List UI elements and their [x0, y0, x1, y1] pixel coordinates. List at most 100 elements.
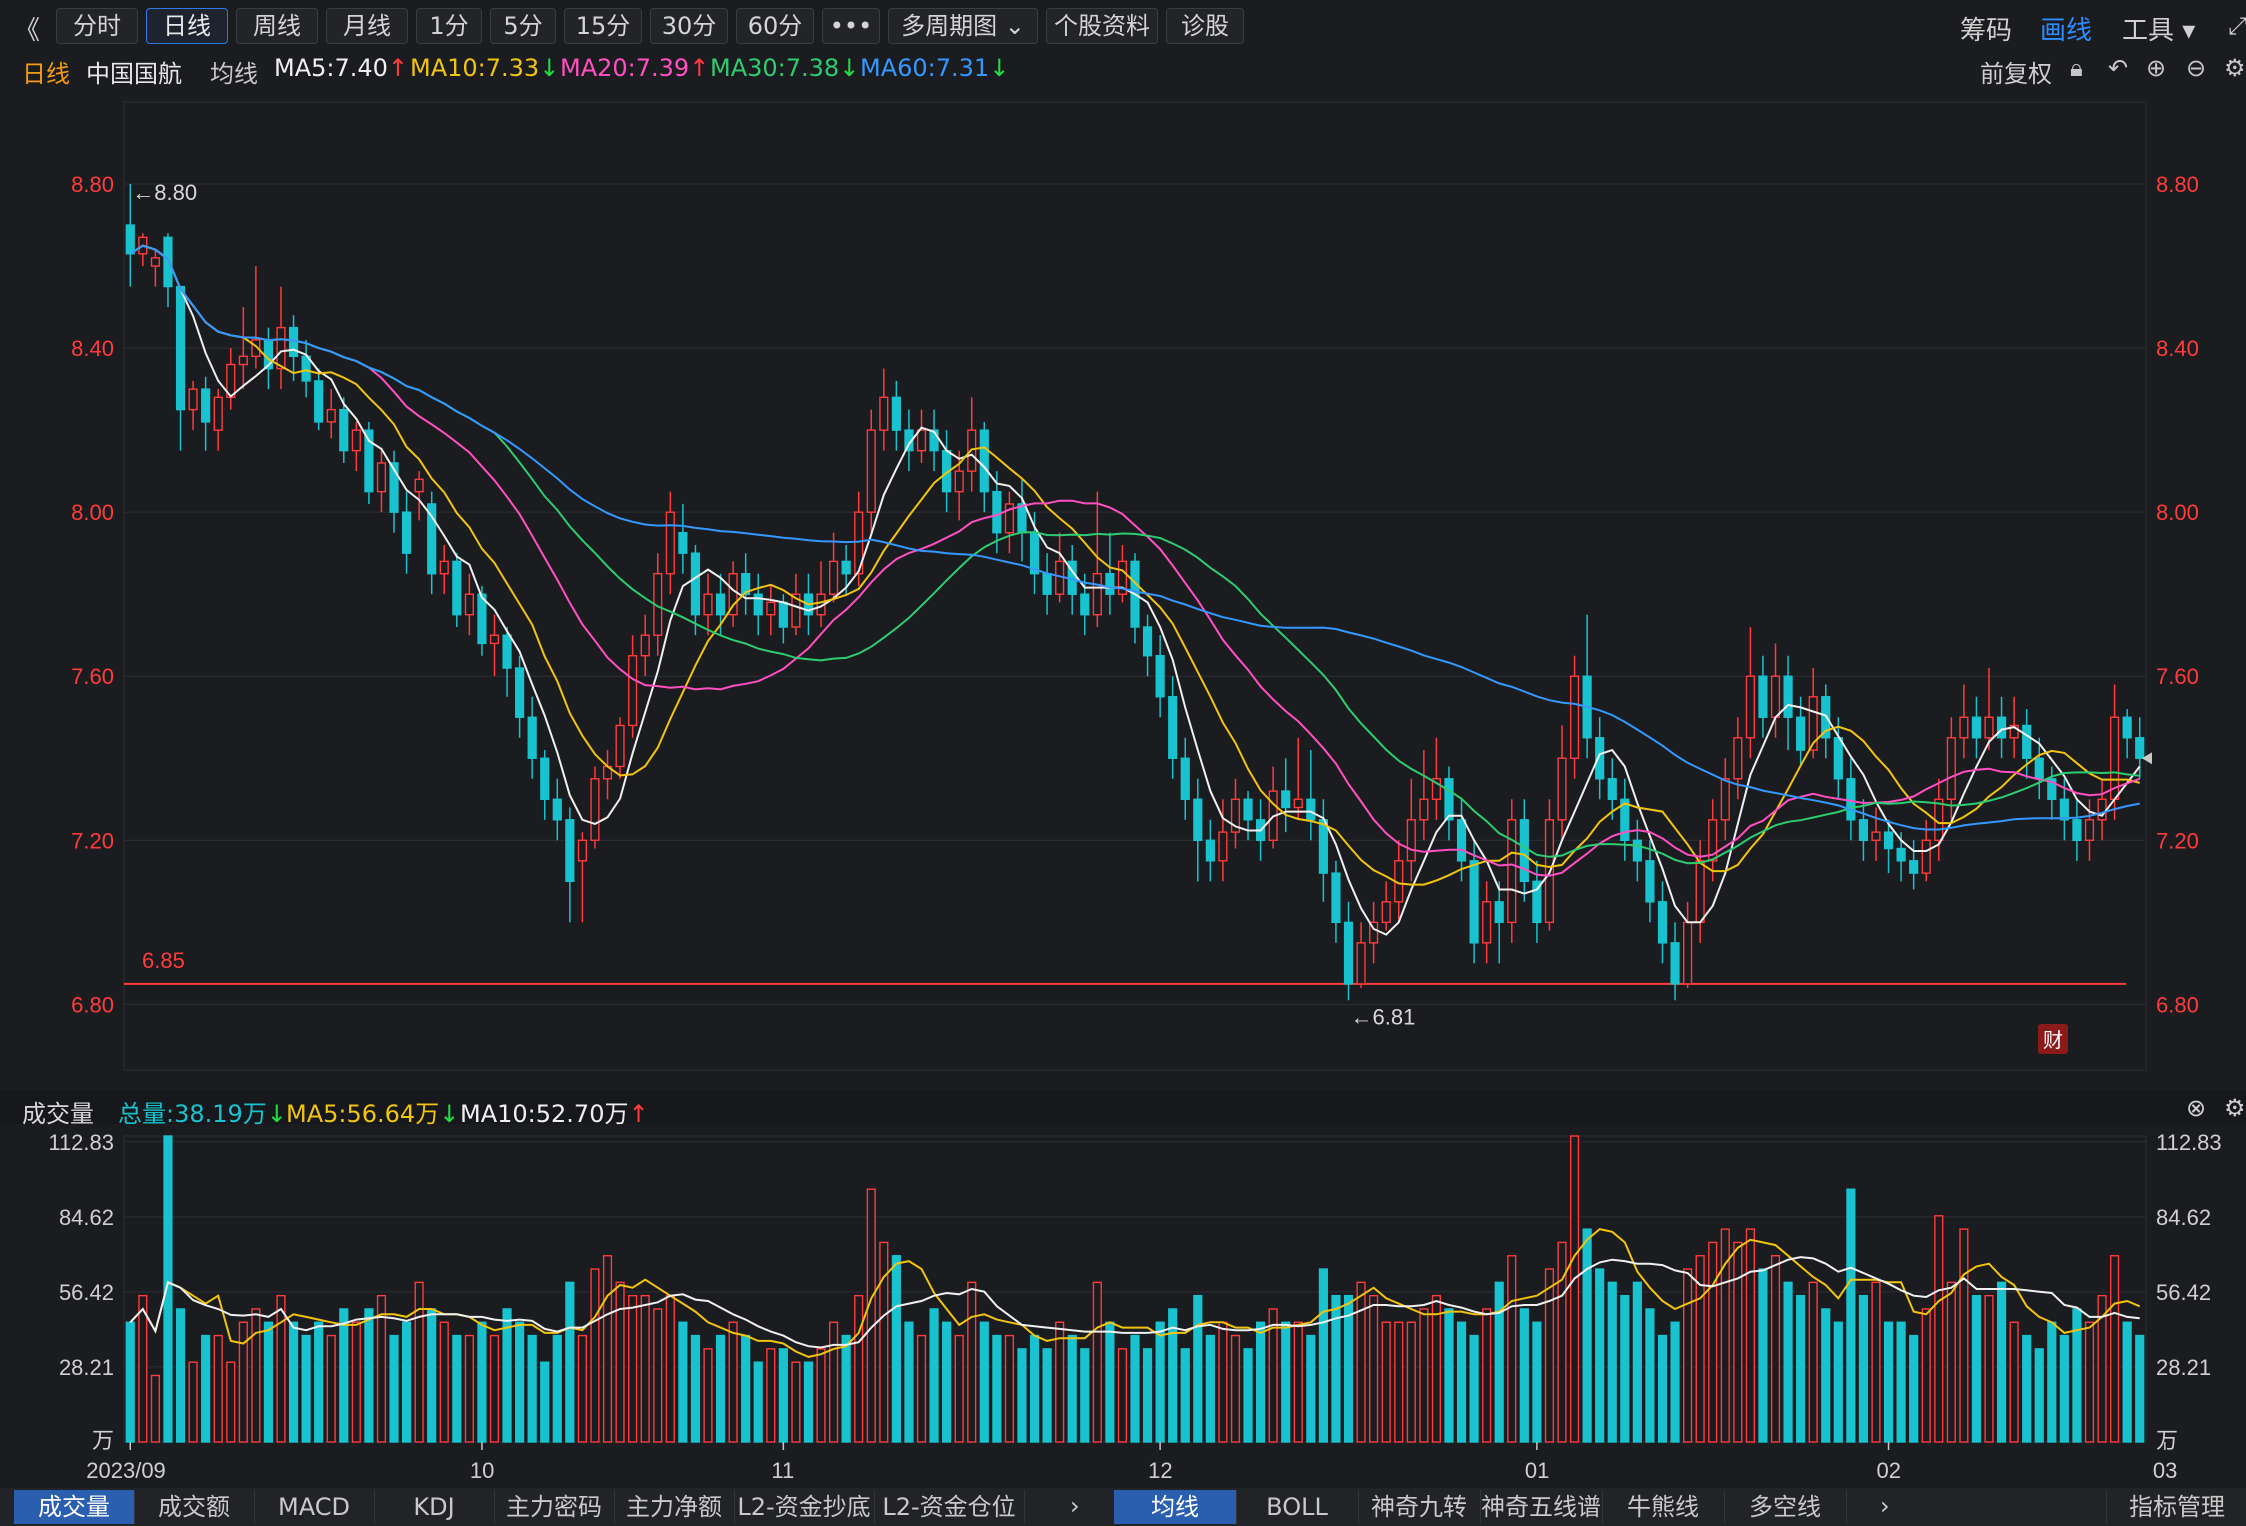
volume-bar — [1105, 1321, 1115, 1443]
overlay-tab-5[interactable]: 多空线 — [1724, 1490, 1847, 1524]
close-icon[interactable]: ⊗ — [2186, 1094, 2206, 1122]
volume-bar — [803, 1361, 814, 1443]
candle — [163, 236, 173, 288]
volume-bar — [1959, 1228, 1969, 1443]
ma-label[interactable]: 均线 — [210, 54, 258, 89]
volume-tick-left: 56.42 — [59, 1280, 114, 1305]
volume-bar — [665, 1294, 675, 1443]
period-tab-4[interactable]: 1分 — [416, 8, 482, 44]
indicator-tabs: 成交量 成交额 MACD KDJ 主力密码 主力净额 L2-资金抄底 L2-资金仓位 › 均线… — [0, 1488, 2246, 1526]
volume-bar — [954, 1334, 964, 1443]
volume-bar — [1080, 1348, 1090, 1443]
volume-bar — [351, 1321, 361, 1443]
period-tab-5[interactable]: 5分 — [490, 8, 556, 44]
tools-button[interactable]: 工具 ▾ — [2122, 10, 2195, 47]
zoom-in-icon[interactable]: ⊕ — [2146, 54, 2166, 82]
volume-bar — [628, 1294, 638, 1443]
candle — [565, 819, 575, 883]
period-tab-7[interactable]: 30分 — [650, 8, 728, 44]
candle — [1105, 572, 1115, 595]
overlay-tab-2[interactable]: 神奇九转 — [1358, 1490, 1481, 1524]
volume-bar — [1205, 1334, 1215, 1443]
volume-settings-icon[interactable]: ⚙ — [2224, 1094, 2246, 1122]
volume-bar — [1519, 1308, 1529, 1443]
volume-bar — [728, 1321, 738, 1443]
candle — [1557, 757, 1567, 821]
period-tab-6[interactable]: 15分 — [564, 8, 642, 44]
price-tick-left: 7.60 — [71, 664, 114, 689]
drawing-button[interactable]: 画线 — [2040, 10, 2092, 47]
candle — [2034, 757, 2044, 780]
candle — [916, 429, 927, 452]
overlay-tab-1[interactable]: BOLL — [1236, 1490, 1359, 1524]
volume-bar — [314, 1321, 324, 1443]
volume-chart[interactable]: 112.83 112.83 84.62 84.62 56.42 56.42 28.21 28.… — [0, 1124, 2246, 1488]
volume-bar — [1921, 1308, 1931, 1443]
undo-icon[interactable]: ↶ — [2108, 54, 2128, 82]
candle — [1971, 716, 1982, 739]
back-icon[interactable]: 《 — [14, 10, 40, 47]
candle — [276, 326, 286, 370]
volume-bar — [1632, 1281, 1642, 1443]
volume-bar — [326, 1334, 336, 1443]
volume-bar — [1770, 1255, 1781, 1443]
period-tab-8[interactable]: 60分 — [736, 8, 814, 44]
indicator-tab-0[interactable]: 成交量 — [14, 1490, 135, 1524]
volume-bar — [992, 1334, 1002, 1443]
candle — [1683, 921, 1693, 985]
indicator-tab-4[interactable]: 主力密码 — [494, 1490, 615, 1524]
candle — [2059, 798, 2069, 821]
volume-bar — [1230, 1334, 1241, 1443]
period-tab-3[interactable]: 月线 — [326, 8, 408, 44]
candle — [339, 408, 349, 452]
candle — [1356, 942, 1366, 985]
price-tick-left: 8.40 — [71, 336, 114, 361]
indicator-tab-7[interactable]: L2-资金仓位 — [874, 1490, 1025, 1524]
period-tab-9[interactable]: ••• — [822, 8, 880, 44]
candle — [615, 724, 625, 768]
indicator-tab-3[interactable]: KDJ — [374, 1490, 495, 1524]
volume-bar — [439, 1321, 449, 1443]
period-tab-12[interactable]: 诊股 — [1166, 8, 1244, 44]
period-tab-2[interactable]: 周线 — [236, 8, 318, 44]
volume-bar — [678, 1321, 688, 1443]
period-tab-10[interactable]: 多周期图 ⌄ — [888, 8, 1038, 44]
ma20-value: MA20:7.39↑ — [560, 54, 710, 82]
overlay-tab-4[interactable]: 牛熊线 — [1602, 1490, 1725, 1524]
overlay-tab-0[interactable]: 均线 — [1114, 1490, 1237, 1524]
indicator-tab-6[interactable]: L2-资金抄底 — [734, 1490, 875, 1524]
indicator-tab-2[interactable]: MACD — [254, 1490, 375, 1524]
chip-distribution-button[interactable]: 筹码 — [1960, 10, 2012, 47]
indicator-manager-button[interactable]: 指标管理 — [2106, 1490, 2246, 1524]
indicator-tab-5[interactable]: 主力净额 — [614, 1490, 735, 1524]
volume-bar — [690, 1334, 701, 1443]
settings-icon[interactable]: ⚙ — [2224, 54, 2246, 82]
candle — [992, 490, 1002, 534]
candle — [1632, 839, 1642, 862]
volume-bar — [452, 1334, 462, 1443]
ma-info-bar: 日线 中国国航 均线 MA5:7.40↑ MA10:7.33↓ MA20:7.3… — [0, 52, 2246, 89]
chevron-right-icon-2[interactable]: › — [1880, 1492, 1890, 1520]
candle — [2122, 716, 2132, 739]
overlay-tab-3[interactable]: 神奇五线谱 — [1480, 1490, 1603, 1524]
chevron-right-icon[interactable]: › — [1070, 1492, 1080, 1520]
candle — [1168, 696, 1178, 759]
volume-bar — [201, 1334, 211, 1443]
lock-icon[interactable]: 🔒︎ — [2070, 54, 2083, 82]
x-axis-label: 12 — [1148, 1458, 1172, 1483]
period-tab-0[interactable]: 分时 — [56, 8, 138, 44]
fullscreen-icon[interactable]: ⤢ — [2228, 12, 2246, 40]
volume-bar — [1871, 1281, 1881, 1443]
volume-bar — [1670, 1321, 1680, 1443]
candle — [2072, 819, 2082, 842]
ma5-value: MA5:7.40↑ — [274, 54, 409, 82]
indicator-tab-1[interactable]: 成交额 — [134, 1490, 255, 1524]
zoom-out-icon[interactable]: ⊖ — [2186, 54, 2206, 82]
adjust-label[interactable]: 前复权 — [1980, 54, 2052, 89]
candle — [464, 593, 474, 616]
period-tab-1[interactable]: 日线 — [146, 8, 228, 44]
volume-bar — [2059, 1334, 2069, 1443]
period-tab-11[interactable]: 个股资料 — [1046, 8, 1158, 44]
price-chart[interactable]: 8.80 8.80 8.40 8.40 8.00 8.00 7.60 7.60 7.20 7.20… — [0, 86, 2246, 1090]
candle — [979, 429, 989, 493]
